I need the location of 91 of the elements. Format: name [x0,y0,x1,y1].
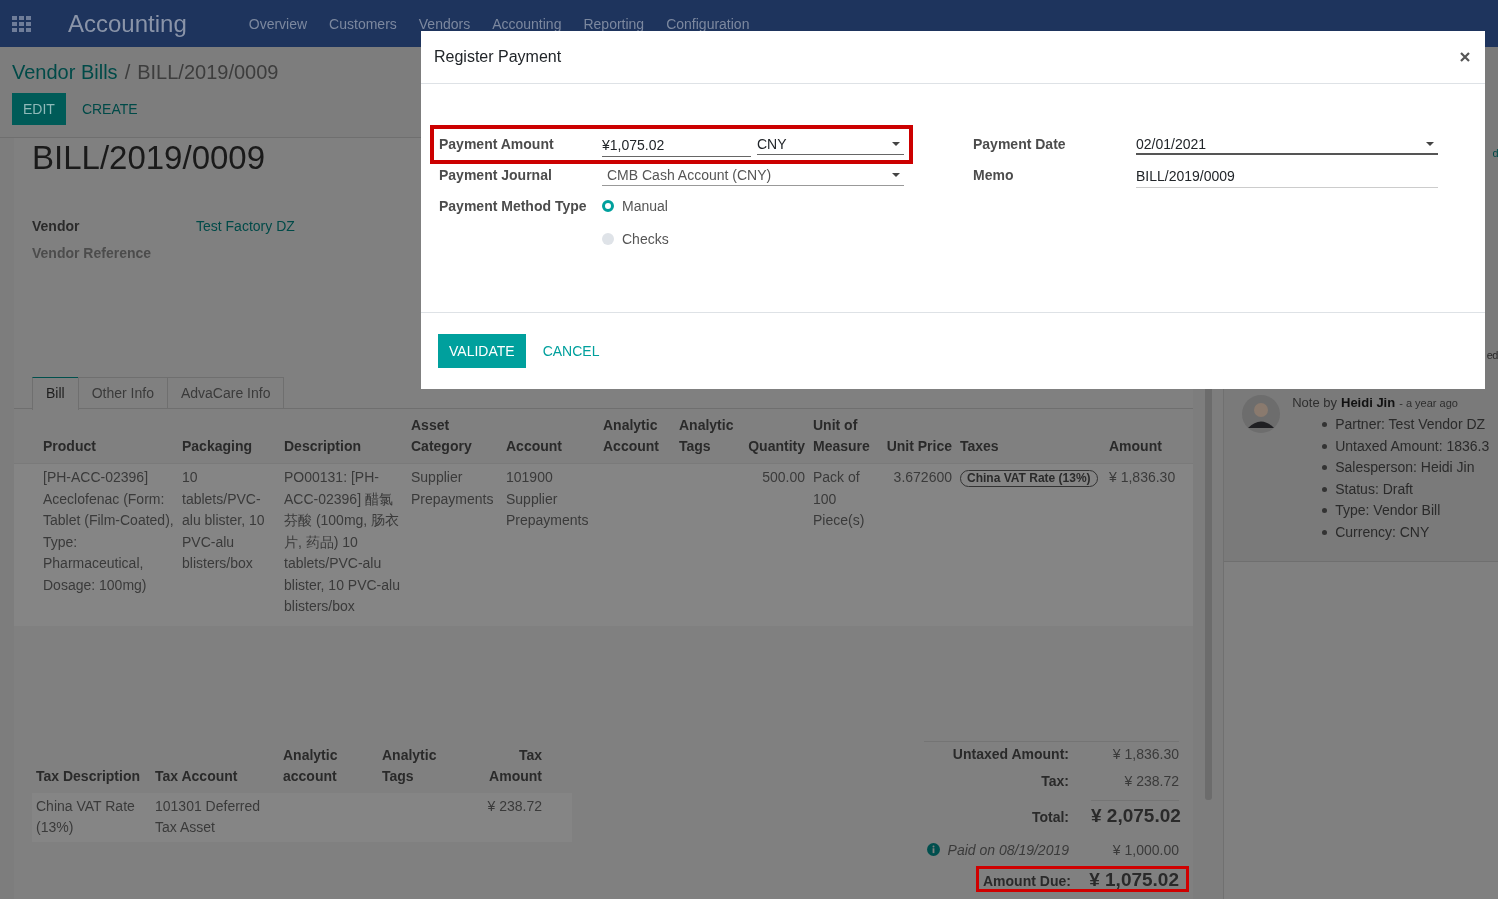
note-item: Currency: CNY [1335,522,1430,542]
column-header: Asset Category [411,417,472,454]
validate-button[interactable]: VALIDATE [438,334,526,368]
bullet-icon [1322,529,1328,535]
column-header: Account [506,438,562,454]
caret-icon [892,142,900,146]
column-header: Unit of Measure [813,417,870,454]
field-label: Payment Method Type [439,197,588,216]
total-value: ¥ 2,075.02 [1091,800,1179,827]
total-label: Tax: [1041,773,1069,789]
column-header: Quantity [748,438,805,454]
menu-item[interactable]: Accounting [492,15,562,32]
total-value: ¥ 238.72 [1123,773,1179,789]
field-label: Memo [973,166,1015,185]
edit-button[interactable]: EDIT [12,93,66,125]
menu-item[interactable]: Reporting [583,15,645,32]
field-label: Payment Date [973,135,1067,154]
bullet-icon [1322,465,1328,471]
table-cell: 101900 Supplier Prepayments [506,469,589,528]
bullet-icon [1322,486,1328,492]
table-cell: 10 tablets/PVC-alu blister, 10 PVC-alu blisters/box [182,469,265,571]
bill-title: BILL/2019/0009 [32,139,266,176]
note-item: Salesperson: Heidi Jin [1335,458,1475,477]
bullet-icon [1322,508,1328,514]
menu-item[interactable]: Vendors [418,15,471,32]
vendor-link[interactable]: Test Factory DZ [196,217,295,234]
table-cell: PO00131: [PH-ACC-02396] 醋氯芬酸 (100mg, 肠衣片, 药品) 10 tablets/PVC-alu blister, 10 PVC-alu blisters/box [284,469,400,614]
column-header: Unit Price [886,438,952,454]
note-item: Partner: Test Vendor DZ [1335,415,1486,434]
breadcrumb-link[interactable]: Vendor Bills [12,61,118,84]
note-prefix: Note by [1292,395,1337,410]
total-value: ¥ 1,075.02 [1089,869,1179,891]
avatar-icon [1242,395,1281,433]
field-label: Payment Journal [439,166,553,185]
table-cell: 101301 Deferred Tax Asset [155,798,261,835]
table-cell: Supplier Prepayments [411,469,494,507]
note-time: - a year ago [1399,397,1458,409]
radio-option[interactable]: Manual [602,196,669,216]
bullet-icon [1322,422,1328,428]
column-header: Description [284,438,361,454]
total-label: Paid on 08/19/2019 [947,842,1069,858]
create-button[interactable]: CREATE [69,93,150,125]
app-title: Accounting [68,9,187,38]
breadcrumb-current: BILL/2019/0009 [137,61,279,84]
radio-option[interactable]: Checks [602,229,669,249]
menu-item[interactable]: Overview [248,15,308,32]
table-cell: Pack of 100 Piece(s) [813,469,865,528]
note-item: Untaxed Amount: 1836.3 [1335,436,1490,456]
total-label: Total: [1031,809,1069,825]
menu-item[interactable]: Customers [329,15,397,32]
caret-icon [892,173,900,177]
caret-icon [1426,141,1434,146]
apps-grid-icon[interactable] [12,15,32,32]
date-select[interactable]: 02/01/2021 [1136,134,1438,155]
tab[interactable]: Bill [32,377,79,410]
column-header: Product [43,438,96,454]
column-header: Tax Account [155,768,238,784]
total-label: Amount Due: [983,873,1071,889]
dialog-title: Register Payment [434,48,562,66]
cancel-button[interactable]: CANCEL [529,343,613,359]
chatter-text: d [1492,147,1498,159]
table-cell: ¥ 1,836.30 [1109,469,1176,485]
table-cell: ¥ 238.72 [487,798,542,814]
field-label: Payment Amount [439,135,555,154]
table-cell: [PH-ACC-02396] Aceclofenac (Form: Tablet (Film-Coated), Type: Pharmaceutical, Dosage: 100mg) [43,469,174,593]
column-header: Packaging [182,438,253,454]
note-author[interactable]: Heidi Jin [1341,395,1396,410]
journal-select[interactable]: CMB Cash Account (CNY) [602,165,904,186]
total-label: Untaxed Amount: [952,746,1069,762]
bullet-icon [1322,443,1328,449]
menu-item[interactable]: Configuration [666,15,750,32]
tab[interactable]: AdvaCare Info [166,377,285,408]
column-header: Tax Description [36,768,140,784]
column-header: Analytic account [283,747,338,784]
column-header: Amount [1109,438,1162,454]
table-cell: 500.00 [762,469,805,485]
chatter-text: ed [1486,349,1498,361]
column-header: Tax Amount [489,747,542,784]
total-value: ¥ 1,000.00 [1111,842,1179,858]
column-header: Taxes [960,438,999,454]
breadcrumb-separator: / [124,61,131,84]
table-cell: China VAT Rate (13%) [36,798,135,835]
table-cell: 3.672600 [893,469,952,485]
column-header: Analytic Tags [382,747,437,784]
note-item: Type: Vendor Bill [1335,501,1441,520]
column-header: Analytic Account [603,417,659,454]
note-item: Status: Draft [1335,479,1413,499]
field-label: Vendor [32,217,81,234]
currency-select[interactable]: CNY [757,134,904,155]
total-value: ¥ 1,836.30 [1111,746,1179,762]
column-header: Analytic Tags [679,417,734,454]
